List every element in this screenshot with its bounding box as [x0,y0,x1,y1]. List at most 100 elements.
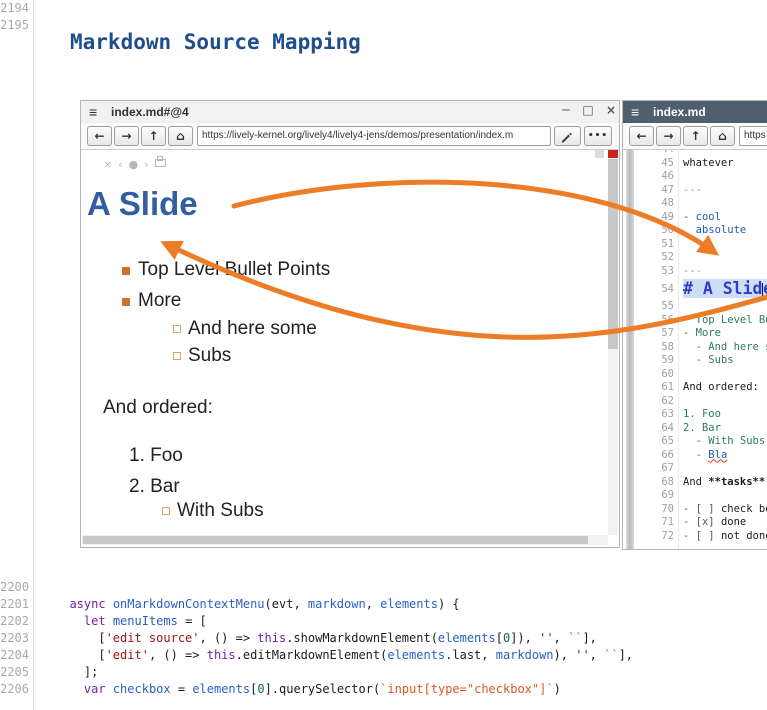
code-line: 65 - With Subs [623,435,767,449]
code-text: - cool [678,211,721,225]
window-title: index.md#@4 [111,105,189,119]
code-line: 2200 [0,580,767,597]
code-line: 2206 var checkbox = elements[0].querySel… [0,682,767,699]
back-button[interactable]: ← [87,126,112,146]
forward-button[interactable]: → [656,126,681,146]
code-line: 49- cool [623,211,767,225]
navigation-bar: ← → ↑ ⌂ https://lively-kernel.org/lively… [81,123,619,150]
code-line: 53--- [623,265,767,279]
code-line: 57- More [623,327,767,341]
hamburger-menu-icon[interactable]: ≡ [631,104,639,120]
code-text [29,580,55,597]
code-text: async onMarkdownContextMenu(evt, markdow… [29,597,460,614]
horizontal-scrollbar-thumb[interactable] [83,536,588,544]
line-number: 2201 [0,597,29,614]
slide-ordered-item: 1. Foo [129,445,183,467]
code-text: - Top Level Bullet Points [678,314,767,328]
red-marker [608,149,618,158]
line-number: 2195 [0,18,29,35]
line-number: 2204 [0,648,29,665]
code-text: absolute [678,224,746,238]
code-line: 70- [ ] check box [623,503,767,517]
code-text: whatever [678,157,734,171]
code-line: 2204 ['edit', () => this.editMarkdownEle… [0,648,767,665]
bullet-square-icon [122,267,130,275]
line-number: 2203 [0,631,29,648]
up-button[interactable]: ↑ [141,126,166,146]
host-code-bottom: 22002201 async onMarkdownContextMenu(evt… [0,580,767,699]
code-text: ['edit source', () => this.showMarkdownE… [29,631,597,648]
window-titlebar[interactable]: ≡ index.md [623,101,767,124]
code-text: - Bla [678,449,727,463]
code-text: --- [678,265,702,279]
code-line: 72- [ ] not done [623,530,767,544]
current-slide-icon[interactable]: ● [129,158,145,171]
url-input[interactable]: https://lively-kernel.org/lively4/lively… [197,126,551,146]
code-line: 51 [623,238,767,252]
slide-paragraph: And ordered: [103,397,213,419]
home-button[interactable]: ⌂ [168,126,193,146]
back-button[interactable]: ← [629,126,654,146]
window-titlebar[interactable]: ≡ index.md#@4 ─ □ × [81,101,619,124]
code-line: 67 [623,462,767,476]
pencil-icon [560,130,574,144]
editor-window-source: 4445whatever4647---4849- cool50 absolute… [622,100,767,550]
slide-title: A Slide [87,185,198,223]
line-number: 2206 [0,682,29,699]
code-text: ]; [29,665,98,682]
code-text: - [ ] not done [678,530,767,544]
code-line: 48 [623,197,767,211]
code-line: 2201 async onMarkdownContextMenu(evt, ma… [0,597,767,614]
hamburger-menu-icon[interactable]: ≡ [89,104,97,120]
vertical-scrollbar-thumb[interactable] [608,159,618,349]
code-text: - [x] done [678,516,746,530]
code-text [29,1,55,18]
code-text: --- [678,184,702,198]
home-button[interactable]: ⌂ [710,126,735,146]
code-line: 47--- [623,184,767,198]
editor-left-scrollbar[interactable] [626,149,634,550]
code-line: 69 [623,489,767,503]
code-line: 45whatever [623,157,767,171]
fullscreen-icon[interactable]: × [103,158,118,171]
slide-sub-bullet: With Subs [177,500,264,522]
next-slide-icon[interactable]: › [144,158,154,171]
code-line: 58 - And here some [623,341,767,355]
code-line: 71- [x] done [623,516,767,530]
code-line: 2202 let menuItems = [ [0,614,767,631]
close-button[interactable]: × [602,103,620,120]
code-line: 642. Bar [623,422,767,436]
minimize-button[interactable]: ─ [557,103,575,120]
code-line: 50 absolute [623,224,767,238]
sub-bullet-square-icon [173,352,181,360]
code-line: 54# A Slide [623,278,767,300]
prev-slide-icon[interactable]: ‹ [118,158,128,171]
screenshot-area: ≡ index.md#@4 ─ □ × ← → ↑ ⌂ https://live… [80,100,767,552]
forward-button[interactable]: → [114,126,139,146]
code-text: let menuItems = [ [29,614,207,631]
code-text: And ordered: [678,381,759,395]
code-text: - [ ] check box [678,503,767,517]
gray-marker [595,149,604,158]
maximize-button[interactable]: □ [579,103,597,120]
code-line: 2205 ]; [0,665,767,682]
code-line: 61And ordered: [623,381,767,395]
code-line: 68And **tasks** [623,476,767,490]
code-text: ['edit', () => this.editMarkdownElement(… [29,648,633,665]
page-title: Markdown Source Mapping [70,30,361,54]
url-input[interactable]: https [739,126,767,146]
print-icon[interactable] [155,159,166,167]
slide-bullet: More [138,290,181,312]
up-button[interactable]: ↑ [683,126,708,146]
more-options-button[interactable]: ••• [584,126,612,146]
editor-lines: 4445whatever4647---4849- cool50 absolute… [623,143,767,543]
code-text: var checkbox = elements[0].querySelector… [29,682,561,699]
page: 21942195 Markdown Source Mapping ≡ index… [0,0,767,710]
line-number: 2194 [0,1,29,18]
edit-button[interactable] [554,126,581,146]
code-text: - More [678,327,721,341]
code-line: 46 [623,170,767,184]
browser-window-rendered: ≡ index.md#@4 ─ □ × ← → ↑ ⌂ https://live… [80,100,620,548]
code-line: 55 [623,300,767,314]
bullet-square-icon [122,298,130,306]
